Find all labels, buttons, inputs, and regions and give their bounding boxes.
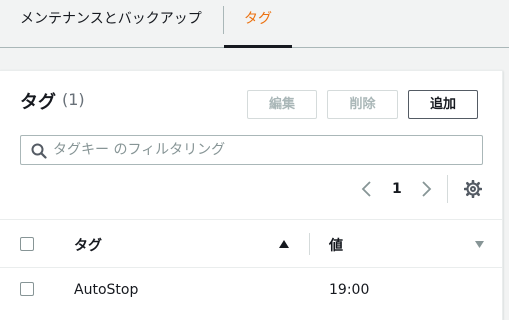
edit-button[interactable]: 編集 <box>247 90 317 119</box>
tab-bar: メンテナンスとバックアップ タグ <box>0 0 509 48</box>
select-all-checkbox[interactable] <box>20 237 34 251</box>
tab-maintenance-backup[interactable]: メンテナンスとバックアップ <box>20 0 202 48</box>
column-divider[interactable] <box>309 233 310 255</box>
column-header-tag[interactable]: タグ <box>74 235 102 255</box>
panel-title: タグ <box>20 92 56 113</box>
chevron-right-icon[interactable] <box>420 181 432 197</box>
tags-panel: タグ (1) 編集 削除 追加 1 <box>0 70 503 320</box>
add-button[interactable]: 追加 <box>408 90 478 119</box>
table-header: タグ 値 <box>0 219 502 268</box>
chevron-left-icon[interactable] <box>361 181 373 197</box>
search-icon <box>31 143 47 159</box>
tag-key-cell: AutoStop <box>74 282 139 298</box>
sort-ascending-icon[interactable] <box>278 239 290 249</box>
search-box <box>20 135 483 165</box>
column-header-value[interactable]: 値 <box>329 235 343 255</box>
current-page[interactable]: 1 <box>392 181 402 197</box>
tag-value-cell: 19:00 <box>329 282 370 298</box>
tag-count: (1) <box>62 90 85 109</box>
row-checkbox[interactable] <box>20 282 34 296</box>
delete-button[interactable]: 削除 <box>327 90 398 119</box>
active-tab-indicator <box>224 45 292 48</box>
sort-descending-icon[interactable] <box>474 240 485 249</box>
search-input[interactable] <box>53 139 473 161</box>
table-row: AutoStop 19:00 <box>0 268 502 313</box>
pager-separator <box>447 175 448 203</box>
gear-icon[interactable] <box>464 180 482 198</box>
tab-tags[interactable]: タグ <box>224 0 292 48</box>
